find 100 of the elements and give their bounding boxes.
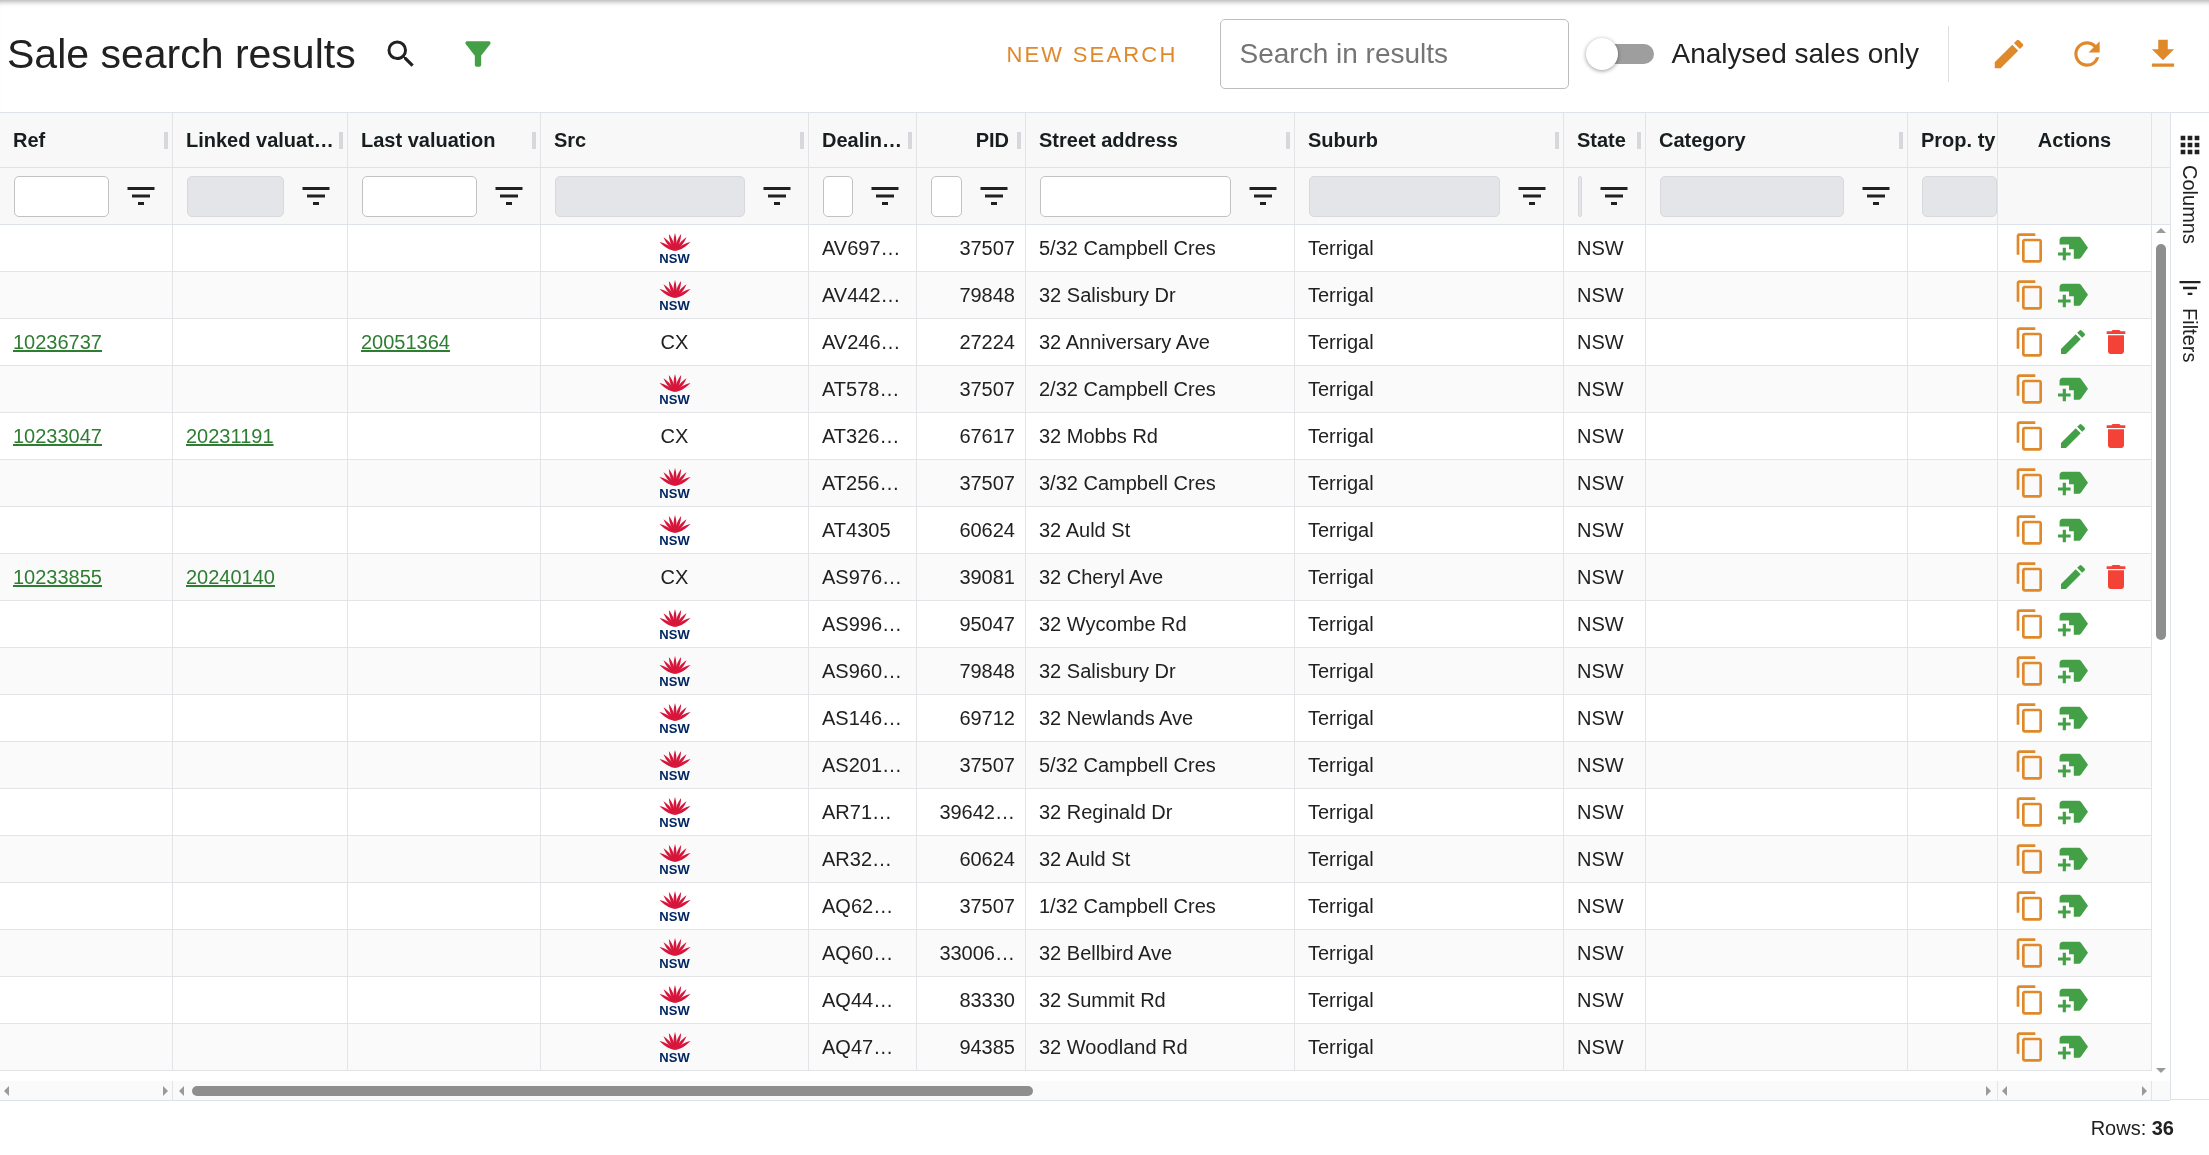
side-tab[interactable]: Filters [2176,273,2204,363]
tag-plus-icon[interactable] [2058,282,2088,308]
table-cell: Terrigal [1295,742,1564,788]
table-cell: AT256… [809,460,917,506]
tag-plus-icon[interactable] [2058,752,2088,778]
table-cell: Terrigal [1295,554,1564,600]
link[interactable]: 20051364 [361,327,450,357]
resize-handle[interactable] [164,132,168,149]
tag-plus-icon[interactable] [2058,705,2088,731]
column-header[interactable]: Suburb [1308,125,1378,155]
table-cell: Terrigal [1295,272,1564,318]
table-cell: NSW [1564,695,1646,741]
table-cell: 37507 [917,366,1026,412]
table-cell: AV246… [809,319,917,365]
link[interactable]: 20231191 [186,421,274,451]
table-cell-text: CX [660,424,689,449]
resize-handle[interactable] [800,132,804,149]
column-header[interactable]: Src [554,125,587,155]
table-cell: Terrigal [1295,648,1564,694]
tag-plus-icon[interactable] [2058,940,2088,966]
resize-handle[interactable] [1899,132,1903,149]
column-header[interactable]: Category [1659,125,1746,155]
table-cell: 32 Auld St [1026,836,1295,882]
column-header[interactable]: Ref [13,125,46,155]
link[interactable]: 10236737 [13,327,102,357]
toggle-label: Analysed sales only [1671,37,1919,71]
tag-plus-icon[interactable] [2058,517,2088,543]
table-cell: 32 Reginald Dr [1026,789,1295,835]
column-header[interactable]: Prop. ty [1921,125,1996,155]
filter-input[interactable] [823,175,853,217]
filter-input[interactable] [1040,175,1231,217]
table-cell: Terrigal [1295,883,1564,929]
filter-input[interactable] [931,175,962,217]
column-header[interactable]: Last valuation [361,125,496,155]
link[interactable]: 10233855 [13,562,102,592]
resize-handle[interactable] [908,132,912,149]
tag-plus-icon[interactable] [2058,1034,2088,1060]
table-cell: NSW [1564,1024,1646,1070]
logo-text: NSW [659,815,690,829]
table-cell: 60624 [917,836,1026,882]
search-field[interactable]: Search in results [1219,19,1569,89]
table-cell: Terrigal [1295,366,1564,412]
tag-plus-icon[interactable] [2058,235,2088,261]
resize-handle[interactable] [339,132,343,149]
logo-text: NSW [659,1050,690,1064]
table-cell: Terrigal [1295,836,1564,882]
tag-plus-icon[interactable] [2058,893,2088,919]
resize-handle[interactable] [532,132,536,149]
tag-plus-icon[interactable] [2058,470,2088,496]
table-cell: Terrigal [1295,789,1564,835]
logo-text: NSW [659,956,690,970]
table-cell: 3/32 Campbell Cres [1026,460,1295,506]
column-header[interactable]: PID [975,125,1009,155]
resize-handle[interactable] [1286,132,1290,149]
table-cell: Terrigal [1295,930,1564,976]
tag-plus-icon[interactable] [2058,987,2088,1013]
table-cell: Terrigal [1295,413,1564,459]
table-cell: NSW [1564,977,1646,1023]
page-title: Sale search results [7,33,356,75]
table-cell: 5/32 Campbell Cres [1026,742,1295,788]
table-cell: 60624 [917,507,1026,553]
column-header[interactable]: Linked valuat… [186,125,334,155]
logo-text: NSW [659,721,690,735]
row-count: Rows: 36 [2090,1115,2174,1141]
tag-plus-icon[interactable] [2058,846,2088,872]
table-cell: AT578… [809,366,917,412]
filter-input[interactable] [362,175,477,217]
table-cell: AQ44… [809,977,917,1023]
column-header[interactable]: Dealin… [822,125,903,155]
table-cell: Terrigal [1295,977,1564,1023]
table-cell: 69712 [917,695,1026,741]
table-cell: 32 Auld St [1026,507,1295,553]
table-cell: Terrigal [1295,319,1564,365]
resize-handle[interactable] [1637,132,1641,149]
table-cell: 37507 [917,742,1026,788]
tag-plus-icon[interactable] [2058,658,2088,684]
table-cell: 5/32 Campbell Cres [1026,225,1295,271]
tag-plus-icon[interactable] [2058,376,2088,402]
table-cell: AQ60… [809,930,917,976]
table-cell: AR71… [809,789,917,835]
table-cell-text: CX [660,565,689,590]
table-cell: AS146… [809,695,917,741]
link[interactable]: 10233047 [13,421,102,451]
table-cell: NSW [1564,460,1646,506]
side-tab[interactable]: Columns [2176,131,2204,244]
table-cell: AV697… [809,225,917,271]
table-cell: AV442… [809,272,917,318]
logo-text: NSW [659,251,690,265]
table-cell: AS976… [809,554,917,600]
filter-input[interactable] [14,175,109,217]
link[interactable]: 20240140 [186,562,275,592]
tag-plus-icon[interactable] [2058,611,2088,637]
column-header[interactable]: Street address [1039,125,1178,155]
column-header[interactable]: State [1577,125,1626,155]
resize-handle[interactable] [1555,132,1559,149]
table-cell: 83330 [917,977,1026,1023]
resize-handle[interactable] [1017,132,1021,149]
table-cell: NSW [1564,742,1646,788]
tag-plus-icon[interactable] [2058,799,2088,825]
table-cell: 32 Cheryl Ave [1026,554,1295,600]
